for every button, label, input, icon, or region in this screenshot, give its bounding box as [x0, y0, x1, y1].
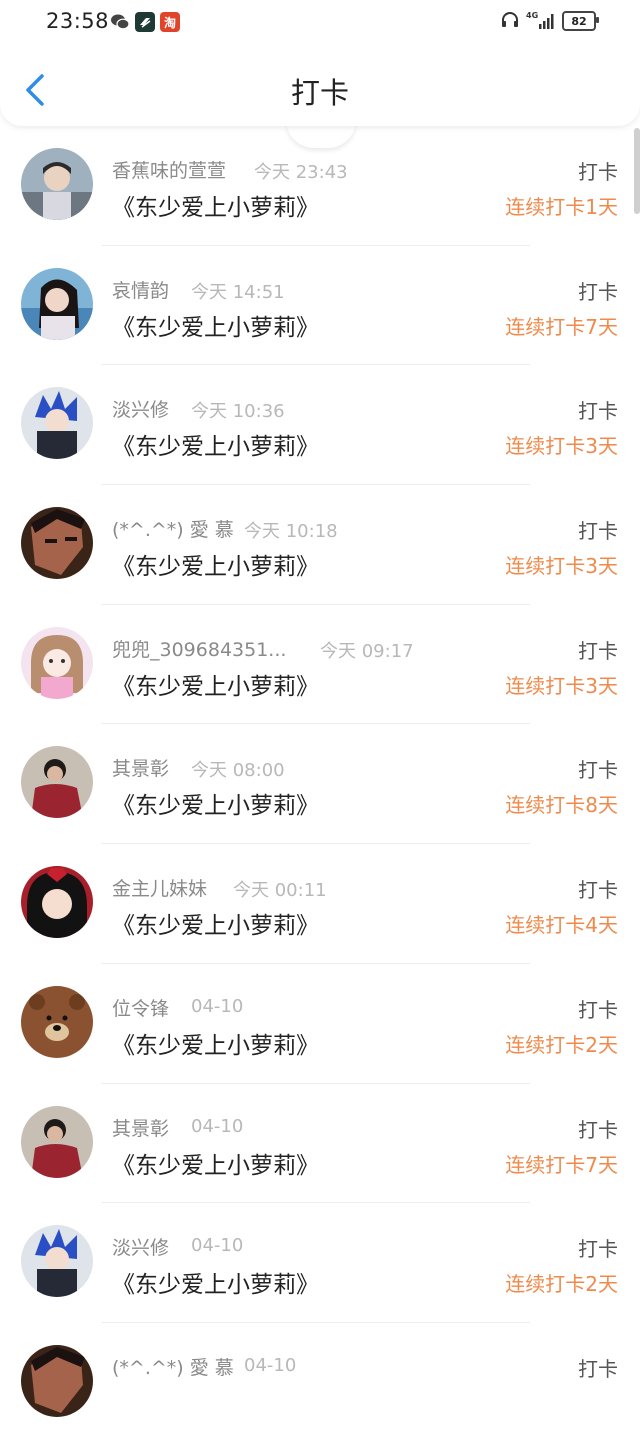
user-name[interactable]: 淡兴修 — [112, 395, 169, 422]
checkin-label: 打卡 — [578, 160, 618, 184]
avatar[interactable] — [21, 387, 93, 460]
streak-days: 连续打卡2天 — [505, 1032, 618, 1057]
user-name[interactable]: (*^.^*) 愛 慕 — [112, 1353, 234, 1380]
wechat-icon — [110, 12, 130, 32]
streak-days: 连续打卡3天 — [505, 434, 618, 459]
streak-days: 连续打卡8天 — [505, 793, 618, 818]
checkin-time: 今天 00:11 — [233, 880, 327, 902]
user-name[interactable]: 其景彰 — [112, 754, 169, 781]
list-item[interactable]: 兜兜_309684351... 今天 09:17 《东少爱上小萝莉》 打卡 连续… — [0, 605, 640, 725]
avatar[interactable] — [21, 746, 93, 819]
streak-days: 连续打卡1天 — [505, 195, 618, 219]
avatar[interactable] — [21, 267, 93, 340]
avatar[interactable] — [21, 866, 93, 939]
checkin-time: 今天 10:18 — [244, 521, 338, 543]
list-item[interactable]: 其景彰 今天 08:00 《东少爱上小萝莉》 打卡 连续打卡8天 — [0, 724, 640, 845]
checkin-list: 香蕉味的萱萱 今天 23:43 《东少爱上小萝莉》 打卡 连续打卡1天 哀情韵 … — [0, 126, 640, 1443]
checkin-time: 今天 08:00 — [191, 760, 285, 782]
list-item[interactable]: 淡兴修 今天 10:36 《东少爱上小萝莉》 打卡 连续打卡3天 — [0, 365, 640, 486]
checkin-label: 打卡 — [578, 1117, 618, 1142]
checkin-label: 打卡 — [578, 997, 618, 1022]
book-title[interactable]: 《东少爱上小萝莉》 — [112, 1146, 319, 1180]
checkin-label: 打卡 — [578, 399, 618, 424]
checkin-time: 04-10 — [244, 1354, 297, 1376]
book-title[interactable]: 《东少爱上小萝莉》 — [112, 667, 319, 701]
user-name[interactable]: (*^.^*) 愛 慕 — [112, 515, 234, 542]
checkin-label: 打卡 — [578, 1237, 618, 1262]
checkin-time: 04-10 — [191, 995, 244, 1017]
checkin-time: 今天 14:51 — [191, 281, 285, 303]
checkin-time: 今天 10:36 — [191, 401, 285, 423]
streak-days: 连续打卡7天 — [505, 1152, 618, 1177]
checkin-label: 打卡 — [578, 758, 618, 783]
book-title[interactable]: 《东少爱上小萝莉》 — [112, 308, 319, 342]
list-item[interactable]: (*^.^*) 愛 慕 今天 10:18 《东少爱上小萝莉》 打卡 连续打卡3天 — [0, 485, 640, 605]
battery-icon: 82 — [562, 11, 599, 31]
avatar[interactable] — [21, 507, 93, 580]
streak-days: 连续打卡4天 — [505, 913, 618, 938]
header-bar: 打卡 — [0, 40, 640, 126]
list-item[interactable]: 金主儿妹妹 今天 00:11 《东少爱上小萝莉》 打卡 连续打卡4天 — [0, 844, 640, 964]
checkin-time: 今天 09:17 — [320, 640, 414, 662]
checkin-time: 04-10 — [191, 1235, 244, 1257]
headphone-icon — [500, 10, 520, 32]
checkin-time: 今天 23:43 — [254, 162, 348, 183]
book-title[interactable]: 《东少爱上小萝莉》 — [112, 427, 319, 461]
taobao-icon: 淘 — [160, 12, 180, 32]
status-bar: 23:58 淘 4G 82 — [0, 0, 640, 44]
user-name[interactable]: 金主儿妹妹 — [112, 874, 207, 901]
book-title[interactable]: 《东少爱上小萝莉》 — [112, 786, 319, 820]
streak-days: 连续打卡3天 — [505, 673, 618, 698]
book-title[interactable]: 《东少爱上小萝莉》 — [112, 1026, 319, 1060]
user-name[interactable]: 其景彰 — [112, 1114, 169, 1141]
app-icon — [135, 12, 155, 32]
checkin-label: 打卡 — [578, 1356, 618, 1381]
avatar[interactable] — [21, 1225, 93, 1298]
avatar[interactable] — [21, 1344, 93, 1417]
list-item[interactable]: 哀情韵 今天 14:51 《东少爱上小萝莉》 打卡 连续打卡7天 — [0, 246, 640, 366]
streak-days: 连续打卡7天 — [505, 314, 618, 339]
signal-icon: 4G — [526, 11, 556, 31]
status-time: 23:58 — [46, 9, 110, 33]
avatar[interactable] — [21, 1105, 93, 1178]
book-title[interactable]: 《东少爱上小萝莉》 — [112, 547, 319, 581]
user-name[interactable]: 兜兜_309684351... — [112, 635, 286, 662]
list-item[interactable]: 淡兴修 04-10 《东少爱上小萝莉》 打卡 连续打卡2天 — [0, 1203, 640, 1323]
streak-days: 连续打卡3天 — [505, 554, 618, 579]
book-title[interactable]: 《东少爱上小萝莉》 — [112, 188, 319, 222]
checkin-label: 打卡 — [578, 638, 618, 663]
user-name[interactable]: 淡兴修 — [112, 1233, 169, 1260]
list-item[interactable]: (*^.^*) 愛 慕 04-10 打卡 — [0, 1323, 640, 1443]
book-title[interactable]: 《东少爱上小萝莉》 — [112, 1265, 319, 1299]
checkin-time: 04-10 — [191, 1115, 244, 1137]
checkin-label: 打卡 — [578, 519, 618, 544]
network-type: 4G — [526, 11, 539, 20]
streak-days: 连续打卡2天 — [505, 1272, 618, 1297]
list-item[interactable]: 其景彰 04-10 《东少爱上小萝莉》 打卡 连续打卡7天 — [0, 1084, 640, 1204]
avatar[interactable] — [21, 626, 93, 699]
user-name[interactable]: 香蕉味的萱萱 — [112, 156, 226, 183]
status-right: 4G 82 — [500, 10, 599, 32]
avatar[interactable] — [21, 985, 93, 1058]
list-item[interactable]: 位令锋 04-10 《东少爱上小萝莉》 打卡 连续打卡2天 — [0, 964, 640, 1084]
page-title: 打卡 — [290, 76, 349, 110]
book-title[interactable]: 《东少爱上小萝莉》 — [112, 906, 319, 940]
checkin-label: 打卡 — [578, 878, 618, 903]
checkin-label: 打卡 — [578, 279, 618, 304]
scrollbar[interactable] — [634, 128, 640, 214]
avatar[interactable] — [21, 148, 93, 220]
user-name[interactable]: 位令锋 — [112, 994, 169, 1021]
user-name[interactable]: 哀情韵 — [112, 276, 169, 303]
